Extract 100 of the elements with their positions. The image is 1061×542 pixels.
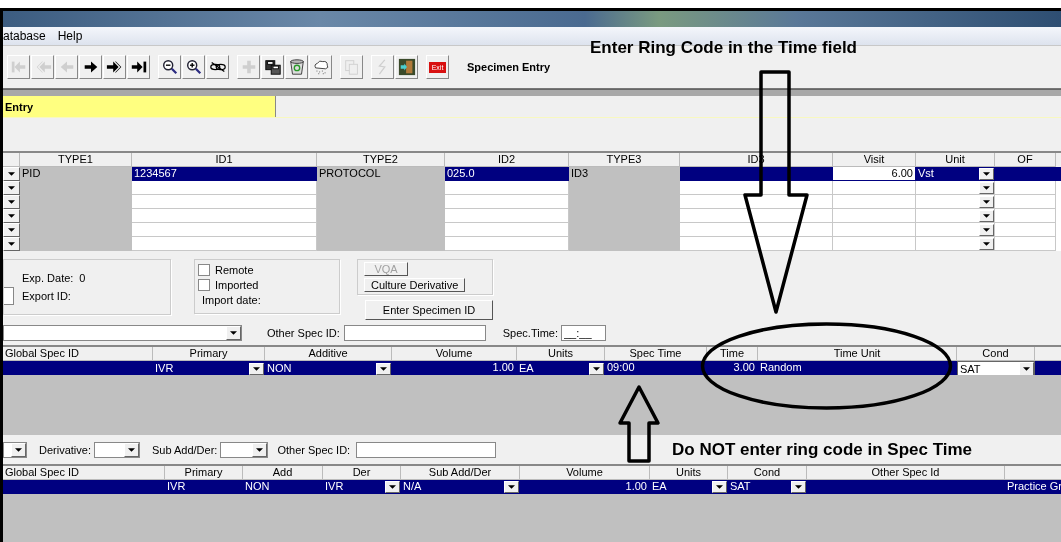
label: Derivative: xyxy=(39,443,91,456)
bin-icon xyxy=(287,58,306,76)
column-header: TYPE3 xyxy=(569,153,680,167)
time-field[interactable]: __:__ xyxy=(561,325,606,341)
dropdown-arrow-icon xyxy=(983,213,990,218)
dropdown[interactable] xyxy=(220,441,269,458)
dropdown-arrow-icon xyxy=(8,186,15,190)
label: Import date: xyxy=(201,294,262,306)
column-header: Units xyxy=(517,347,605,361)
table-cell[interactable] xyxy=(833,195,916,209)
toolbar-button[interactable] xyxy=(103,55,126,79)
table-cell: ID3 xyxy=(569,167,680,181)
table-row[interactable]: IVR NON 1.00 EA 09:00 3.00 Random SAT xyxy=(3,361,1061,375)
checkbox-label: Imported xyxy=(215,278,259,291)
table-cell[interactable] xyxy=(833,237,916,251)
table-cell[interactable] xyxy=(833,181,916,195)
toolbar-button[interactable] xyxy=(261,55,284,79)
checkbox[interactable] xyxy=(198,263,210,276)
column-header: Other Spec Id xyxy=(807,466,1005,480)
column-header: Add xyxy=(243,466,323,480)
column-header: ID2 xyxy=(445,153,569,167)
column-header: Volume xyxy=(520,466,650,480)
toolbar-title: Specimen Entry xyxy=(467,61,551,73)
toolbar-button[interactable] xyxy=(395,55,418,79)
input-field[interactable] xyxy=(4,287,14,305)
dropdown-arrow-icon xyxy=(127,447,135,452)
label: Sub Add/Der: xyxy=(151,443,218,456)
column-header: TYPE2 xyxy=(317,153,445,167)
label: Spec.Time: xyxy=(502,327,558,339)
zoom-out-icon xyxy=(160,58,179,76)
table-cell[interactable]: 6.00 xyxy=(833,167,916,181)
toolbar-button[interactable] xyxy=(285,55,308,79)
table-cell: PROTOCOL xyxy=(317,167,445,181)
row-dropdown-button[interactable] xyxy=(3,237,20,251)
tab[interactable]: Entry xyxy=(3,96,276,117)
floppy-icon xyxy=(263,58,282,76)
column-header: Global Spec ID xyxy=(3,466,165,480)
column-header: Global Spec ID xyxy=(3,347,153,361)
column-header: Unit xyxy=(916,153,995,167)
input-field[interactable] xyxy=(356,441,497,458)
column-header: Visit xyxy=(833,153,916,167)
column-header: Units xyxy=(650,466,728,480)
toolbar-button[interactable] xyxy=(127,55,150,79)
toolbar-button[interactable] xyxy=(158,55,181,79)
row-dropdown-button[interactable] xyxy=(3,223,20,237)
input-field[interactable] xyxy=(343,325,486,341)
label: Export ID: xyxy=(22,290,71,302)
dropdown[interactable] xyxy=(93,441,140,458)
row-dropdown-button[interactable] xyxy=(3,167,20,181)
dropdown-arrow-icon xyxy=(380,366,387,371)
table-cell[interactable] xyxy=(833,223,916,237)
button[interactable]: Culture Derivative xyxy=(364,278,466,292)
toolbar-button[interactable] xyxy=(206,55,229,79)
table-row[interactable]: IVR NON IVR N/A 1.00 EA SAT Practice Gr xyxy=(3,480,1061,494)
dropdown-cell[interactable] xyxy=(916,237,995,251)
label: Other Spec ID: xyxy=(277,443,351,456)
table-row[interactable]: PID 1234567 PROTOCOL 025.0 ID3 6.00 Vst xyxy=(3,167,1061,181)
pages-icon xyxy=(342,58,361,76)
checkbox[interactable] xyxy=(198,278,210,291)
dropdown-arrow-icon xyxy=(1023,367,1030,371)
column-header: Volume xyxy=(392,347,517,361)
dropdown-arrow-icon xyxy=(8,200,15,204)
column-header: Der xyxy=(323,466,401,480)
dropdown-arrow-icon xyxy=(795,484,802,489)
column-header: Cond xyxy=(728,466,807,480)
toolbar-button[interactable] xyxy=(182,55,205,79)
dropdown-arrow-icon xyxy=(253,366,260,371)
column-header: ID1 xyxy=(132,153,317,167)
column-header: Cond xyxy=(957,347,1035,361)
dropdown-arrow-icon xyxy=(508,484,515,489)
column-header: Sub Add/Der xyxy=(401,466,520,480)
dropdown-arrow-icon xyxy=(8,172,15,176)
table-cell: PID xyxy=(20,167,132,181)
dropdown-arrow-icon xyxy=(983,199,990,204)
dropdown-arrow-icon xyxy=(983,241,990,246)
row-dropdown-button[interactable] xyxy=(3,209,20,223)
column-header: Primary xyxy=(165,466,243,480)
row-dropdown-button[interactable] xyxy=(3,181,20,195)
annotation-text: Enter Ring Code in the Time field xyxy=(590,38,857,58)
dropdown-arrow-icon xyxy=(983,171,990,176)
annotation-text: Do NOT enter ring code in Spec Time xyxy=(672,440,973,460)
dropdown-arrow-icon xyxy=(15,447,22,452)
door-icon xyxy=(397,58,416,76)
column-header: Time Unit xyxy=(758,347,957,361)
row-dropdown-button[interactable] xyxy=(3,195,20,209)
button[interactable]: Enter Specimen ID xyxy=(365,300,493,320)
menu-item[interactable]: Help xyxy=(57,29,83,43)
zoom-in-icon xyxy=(184,58,203,76)
column-header: OF xyxy=(995,153,1056,167)
value: 0 xyxy=(79,272,86,284)
dropdown-arrow-icon xyxy=(8,242,15,246)
dropdown[interactable] xyxy=(3,441,27,458)
toolbar-button[interactable] xyxy=(79,55,102,79)
dropdown-arrow-icon xyxy=(8,214,15,218)
dropdown-arrow-icon xyxy=(230,331,237,335)
dropdown-arrow-icon xyxy=(8,228,15,232)
dropdown-arrow-icon xyxy=(389,484,396,489)
menu-item[interactable]: atabase xyxy=(3,29,46,43)
checkbox-label: Remote xyxy=(215,263,254,276)
table-cell[interactable] xyxy=(833,209,916,223)
